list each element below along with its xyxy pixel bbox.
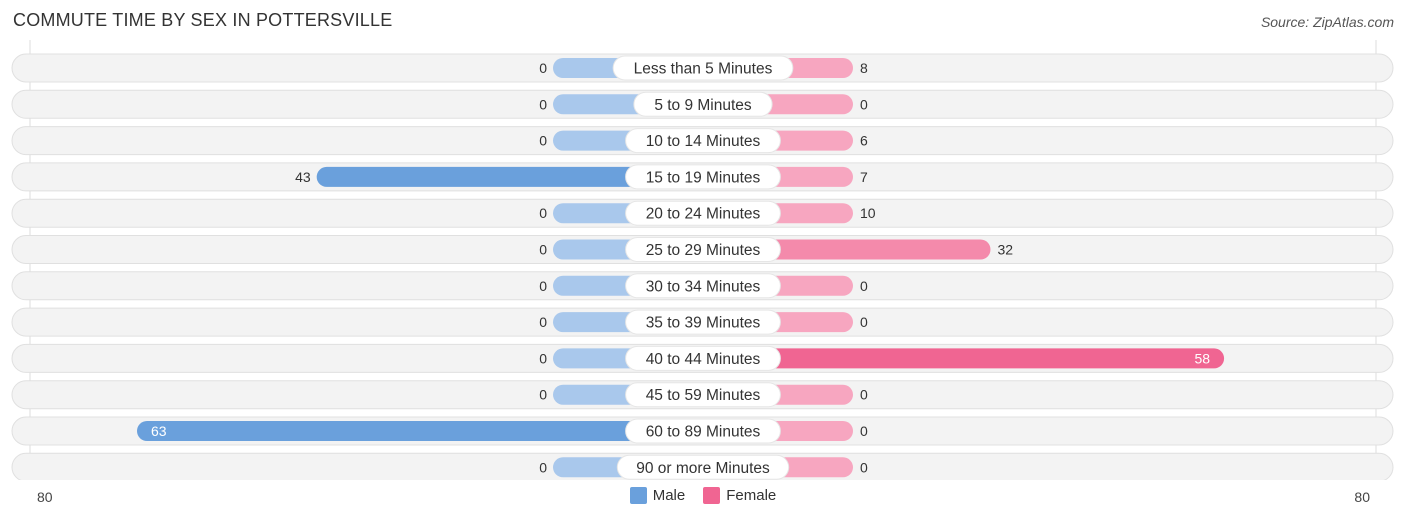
legend-label-male: Male [652,487,686,504]
value-label-female: 0 [860,96,868,112]
value-label-female: 58 [1195,350,1211,366]
category-label: Less than 5 Minutes [634,61,773,78]
value-label-male: 0 [539,350,547,366]
legend-swatch-male [629,487,647,504]
category-label: 60 to 89 Minutes [646,424,761,441]
value-label-male: 0 [539,205,547,221]
legend-swatch-female [703,487,721,504]
category-label: 40 to 44 Minutes [646,351,761,368]
value-label-female: 0 [860,387,868,403]
legend-item-male[interactable]: Male [629,487,686,504]
value-label-female: 6 [860,133,868,149]
value-label-male: 0 [539,60,547,76]
category-label: 15 to 19 Minutes [646,169,761,186]
category-label: 5 to 9 Minutes [654,97,752,114]
value-label-female: 0 [860,459,868,475]
category-label: 20 to 24 Minutes [646,206,761,223]
value-label-female: 8 [860,60,868,76]
value-label-female: 0 [860,314,868,330]
value-label-female: 10 [860,205,876,221]
category-label: 35 to 39 Minutes [646,315,761,332]
value-label-male: 0 [539,314,547,330]
category-label: 30 to 34 Minutes [646,278,761,295]
value-label-male: 0 [539,96,547,112]
value-label-male: 0 [539,459,547,475]
value-label-male: 0 [539,278,547,294]
category-label: 10 to 14 Minutes [646,133,761,150]
value-label-female: 7 [860,169,868,185]
value-label-male: 0 [539,387,547,403]
category-label: 25 to 29 Minutes [646,242,761,259]
value-label-female: 32 [997,242,1013,258]
value-label-female: 0 [860,278,868,294]
legend: Male Female [0,487,1406,504]
value-label-male: 63 [151,423,167,439]
category-label: 45 to 59 Minutes [646,387,761,404]
category-label: 90 or more Minutes [636,460,770,477]
legend-item-female[interactable]: Female [703,487,776,504]
value-label-male: 0 [539,133,547,149]
legend-label-female: Female [726,487,777,504]
value-label-female: 0 [860,423,868,439]
bar-male [137,421,703,441]
chart-canvas: 0 8 Less than 5 Minutes 0 0 5 to 9 Minutes 0 6 1… [11,40,1394,480]
value-label-male: 0 [539,242,547,258]
bar-female [703,348,1225,369]
value-label-male: 43 [295,169,311,185]
